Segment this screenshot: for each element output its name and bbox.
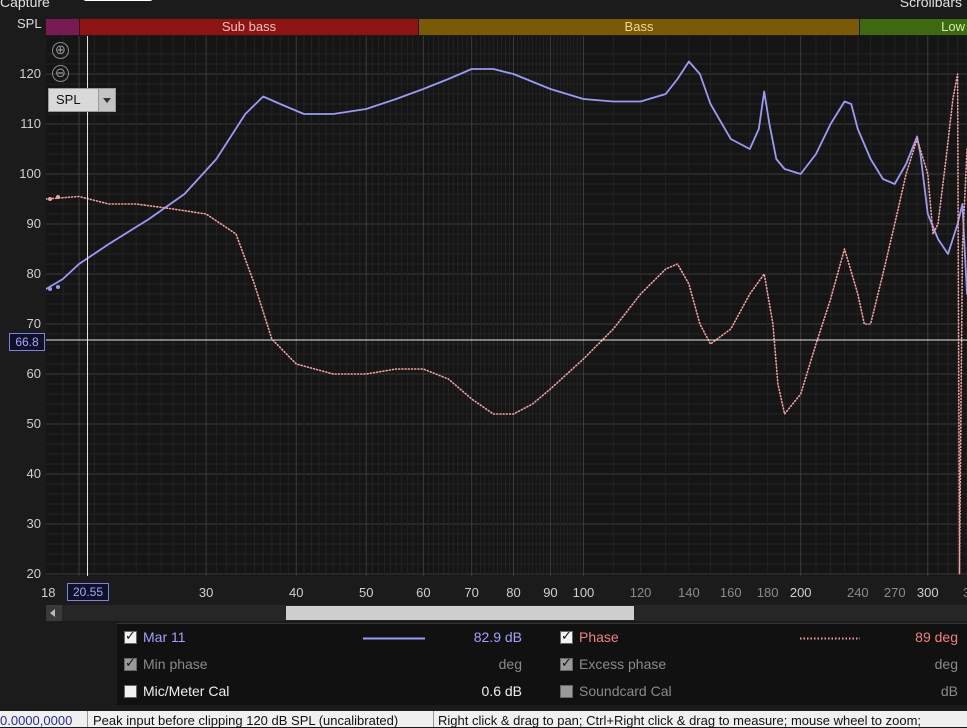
legend-name-mar11: Mar 11 [143,629,186,645]
graph-type-dropdown[interactable]: SPL [48,88,116,112]
x-tick-label: 50 [358,585,374,600]
legend-name-excess-phase: Excess phase [579,656,667,672]
x-tick-label: 80 [506,585,521,600]
spl-graph-plot[interactable] [46,36,967,576]
status-bar: 0.0000,0000 Peak input before clipping 1… [0,711,967,728]
scrollbar-thumb[interactable] [286,606,634,620]
scroll-left-icon[interactable] [46,605,62,621]
phase-line-swatch [800,637,860,640]
scrollbars-label: Scrollbars [899,0,962,10]
x-tick-label: 270 [883,585,906,600]
band-bass: Bass [419,19,859,35]
x-tick-label: 70 [464,585,479,600]
x-tick-label: 3 [963,585,967,600]
x-tick-label: 180 [756,585,779,600]
mic-meter-cal-checkbox[interactable] [124,685,137,698]
status-separator [433,711,434,727]
cursor-y-readout: 66.8 [9,333,45,351]
status-separator [87,711,88,727]
top-toolbar-strip: Capture Scrollbars [0,0,967,14]
y-tick-label: 20 [26,566,41,581]
zoom-in-icon[interactable]: ⊕ [52,42,69,59]
series-start-marker [48,287,52,291]
legend-row-1: Mar 11 82.9 dB Phase 89 deg [117,625,967,652]
legend-value-mar11: 82.9 dB [473,629,522,645]
chevron-down-icon[interactable] [98,89,115,111]
y-tick-label: 110 [20,116,41,131]
horizontal-scrollbar[interactable] [46,605,967,621]
y-tick-label: 60 [26,366,41,381]
x-tick-label: 40 [289,585,304,600]
y-tick-label: 120 [19,66,41,81]
capture-button[interactable] [83,0,153,1]
cursor-x-readout: 20.55 [67,583,109,601]
y-tick-label: 70 [26,316,41,331]
spl-chart-svg [46,36,967,576]
x-tick-label: 200 [789,585,812,600]
legend-name-phase: Phase [579,629,619,645]
x-tick-label: 30 [198,585,214,600]
legend-value-excess-phase: deg [934,656,958,672]
excess-phase-checkbox[interactable] [560,655,573,671]
y-tick-label: 40 [26,466,41,481]
y-tick-label: 50 [26,416,41,431]
mar11-line-swatch [363,637,425,640]
x-tick-label: 300 [916,585,939,600]
series-start-marker [56,195,60,199]
band-extra-low [46,19,79,35]
y-tick-label: 100 [19,166,41,181]
status-help-text: Right click & drag to pan; Ctrl+Right cl… [438,713,922,728]
phase-checkbox[interactable] [560,628,573,644]
legend-row-2: Min phase deg Excess phase deg [117,652,967,679]
series-start-marker [56,285,60,289]
zoom-out-icon[interactable]: ⊖ [52,65,69,82]
legend-name-mic-cal: Mic/Meter Cal [143,683,230,699]
x-tick-label: 120 [629,585,652,600]
x-tick-label: 140 [678,585,700,600]
capture-label: Capture [0,0,50,10]
legend-value-phase: 89 deg [915,629,958,645]
dropdown-value: SPL [56,92,81,107]
x-tick-label: 100 [572,585,595,600]
x-tick-label: 60 [416,585,431,600]
y-axis-title: SPL [17,16,42,31]
status-peak-input: Peak input before clipping 120 dB SPL (u… [93,713,399,728]
series-start-marker [48,197,52,201]
legend-value-soundcard-cal: dB [940,683,958,699]
y-tick-label: 80 [26,266,41,281]
status-level-readout: 0.0000,0000 [0,713,73,728]
band-sub-bass: Sub bass [80,19,418,35]
legend-value-mic-cal: 0.6 dB [481,683,522,699]
x-tick-label: 240 [846,585,869,600]
legend-value-min-phase: deg [498,656,522,672]
soundcard-cal-checkbox[interactable] [560,685,573,698]
x-tick-label: 18 [41,585,56,600]
band-low: Low [860,19,967,35]
legend-name-min-phase: Min phase [143,656,208,672]
min-phase-checkbox[interactable] [124,655,137,671]
legend-name-soundcard-cal: Soundcard Cal [579,683,672,699]
y-tick-label: 90 [26,216,41,231]
x-tick-label: 160 [719,585,742,600]
mar11-checkbox[interactable] [124,628,137,644]
y-tick-label: 30 [26,516,41,531]
legend-row-3: Mic/Meter Cal 0.6 dB Soundcard Cal dB [117,679,967,706]
x-tick-label: 90 [543,585,558,600]
legend-panel: Mar 11 82.9 dB Phase 89 deg Min phase de… [117,623,967,705]
